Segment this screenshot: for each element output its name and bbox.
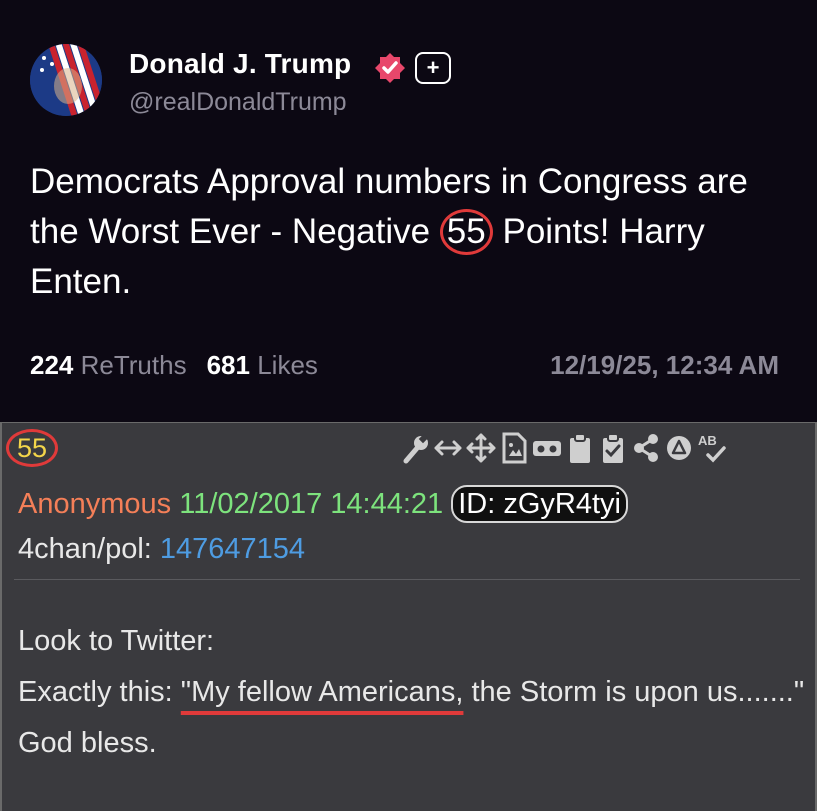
wrench-icon[interactable] [400,431,430,465]
triangle-circle-icon[interactable] [664,431,694,465]
retruths-count: 224 [30,350,74,380]
body-line-2: Exactly this: "My fellow Americans, the … [18,667,808,718]
likes-stat[interactable]: 681 Likes [207,350,318,380]
move-icon[interactable] [466,431,496,465]
retruths-stat[interactable]: 224 ReTruths [30,350,187,380]
document-icon[interactable] [499,431,529,465]
post-stats: 224 ReTruths 681 Likes [30,350,318,381]
likes-label: Likes [257,350,318,380]
author-handle[interactable]: @realDonaldTrump [129,88,347,117]
thread-link[interactable]: 147647154 [160,533,305,565]
body-line-1: Look to Twitter: [18,625,215,657]
board-name: 4chan/pol: [18,533,152,565]
arrows-horizontal-icon[interactable] [433,431,463,465]
post-timestamp[interactable]: 12/19/25, 12:34 AM [550,350,779,381]
post-body: Look to Twitter: Exactly this: "My fello… [18,616,808,769]
poster-id[interactable]: ID: zGyR4tyi [451,485,628,523]
post-toolbar: AB [400,431,727,465]
likes-count: 681 [206,350,250,380]
plus-badge-icon: + [415,52,451,84]
clipboard-check-icon[interactable] [598,431,628,465]
post-text: Democrats Approval numbers in Congress a… [30,157,790,307]
spellcheck-icon[interactable]: AB [697,431,727,465]
svg-text:AB: AB [698,433,717,448]
clipboard-icon[interactable] [565,431,595,465]
truth-social-post: Donald J. Trump + @realDonaldTrump Democ… [0,0,817,422]
avatar[interactable] [30,44,102,116]
post-date: 11/02/2017 14:44:21 [179,488,444,520]
body-suffix: the Storm is upon us......." [463,676,805,708]
author-name[interactable]: Donald J. Trump [129,48,351,80]
q-drop-post: 55 AB Anonymous 11/02/2017 14:44:21 ID: … [0,422,817,811]
post-source: 4chan/pol: 147647154 [18,533,305,566]
highlighted-number: 55 [439,209,493,255]
poster-name: Anonymous [18,488,172,520]
vr-goggles-icon[interactable] [532,431,562,465]
body-prefix: Exactly this: [18,676,181,708]
post-header: Anonymous 11/02/2017 14:44:21 ID: zGyR4t… [18,485,628,523]
verified-badge-icon [374,52,406,84]
underlined-quote: "My fellow Americans, [180,676,464,708]
post-number: 55 [6,429,59,467]
retruths-label: ReTruths [80,350,187,380]
divider [14,579,800,580]
share-icon[interactable] [631,431,661,465]
body-line-3: God bless. [18,727,157,759]
